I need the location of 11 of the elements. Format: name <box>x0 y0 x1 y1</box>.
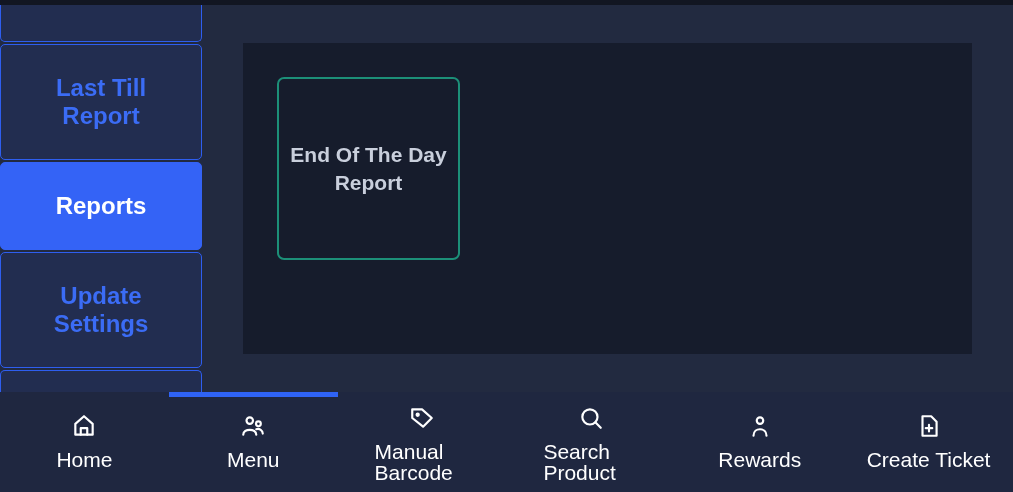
people-icon <box>240 413 267 439</box>
report-tile[interactable]: End Of The Day Report <box>277 77 460 260</box>
nav-tab[interactable]: Menu <box>168 392 338 492</box>
nav-tab[interactable]: Rewards <box>675 392 845 492</box>
nav-tab[interactable]: Search Product <box>506 392 676 492</box>
sidebar-item[interactable] <box>0 5 202 42</box>
sidebar-item[interactable]: Reports <box>0 162 202 250</box>
nav-tab[interactable]: Create Ticket <box>844 392 1013 492</box>
nav-tab[interactable]: Manual Barcode <box>337 392 507 492</box>
tag-icon <box>409 405 436 431</box>
nav-tab[interactable]: Home <box>0 392 169 492</box>
